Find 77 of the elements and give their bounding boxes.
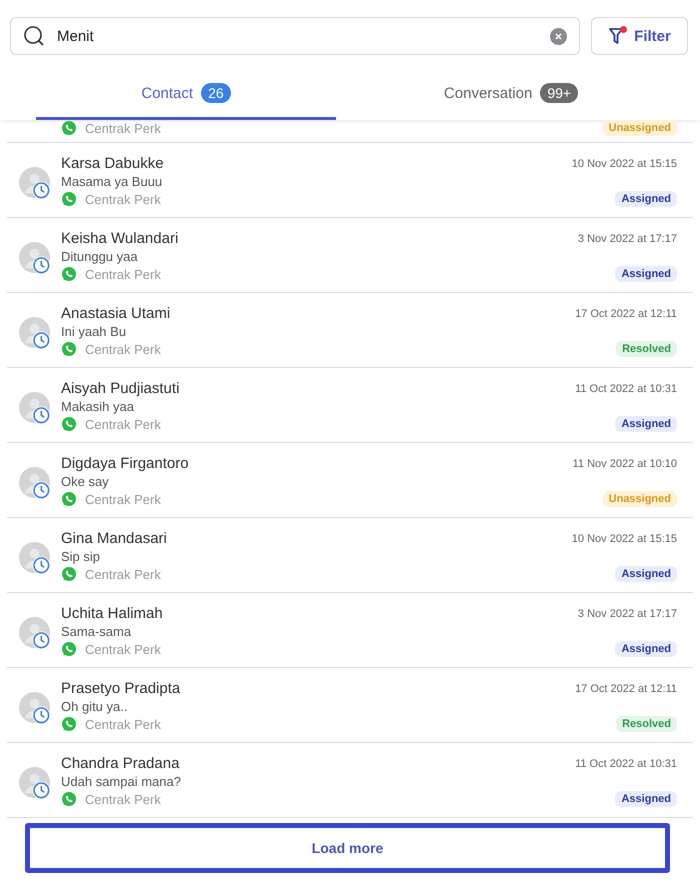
message-preview: Makasih yaa — [61, 399, 135, 414]
status-badge: Unassigned — [602, 120, 677, 136]
count-badge: 26 — [201, 83, 231, 103]
search-field[interactable]: Menit — [10, 17, 580, 55]
contact-name: Karsa Dabukke — [61, 155, 164, 172]
count-badge: 99+ — [540, 83, 578, 103]
whatsapp-icon — [61, 120, 77, 136]
channel-name: Centrak Perk — [85, 566, 161, 582]
notification-dot — [620, 26, 627, 33]
message-preview: Ini yaah Bu — [61, 324, 128, 339]
whatsapp-icon — [61, 416, 77, 432]
channel-name: Centrak Perk — [85, 342, 161, 356]
whatsapp-icon — [61, 191, 77, 207]
message-preview: Oke say — [61, 474, 110, 489]
whatsapp-icon — [61, 491, 77, 507]
avatar-icon — [19, 617, 52, 650]
whatsapp-icon — [61, 266, 77, 282]
avatar-icon — [19, 767, 52, 800]
contact-name: Keisha Wulandari — [61, 230, 178, 247]
status-badge: Resolved — [616, 341, 677, 357]
timestamp: 10 Nov 2022 at 15:15 — [572, 158, 677, 170]
channel-name: Centrak Perk — [85, 642, 161, 656]
avatar-icon — [19, 317, 52, 350]
timestamp: 11 Oct 2022 at 10:31 — [575, 758, 677, 770]
channel-name: Centrak Perk — [85, 192, 161, 206]
message-preview: Sip sip — [61, 549, 102, 564]
avatar-icon — [19, 392, 52, 425]
avatar-icon — [19, 692, 52, 725]
whatsapp-icon — [61, 566, 77, 582]
message-preview: Sama-sama — [61, 624, 132, 639]
load-more-button[interactable]: Load more — [25, 823, 670, 873]
whatsapp-icon — [61, 641, 77, 657]
search-icon — [23, 25, 45, 47]
contact-name: Anastasia Utami — [61, 305, 170, 322]
contact-name: Uchita Halimah — [61, 605, 163, 622]
message-preview: Masama ya Buuu — [61, 174, 164, 189]
channel-name: Centrak Perk — [85, 120, 161, 136]
timestamp: 3 Nov 2022 at 17:17 — [578, 232, 677, 244]
contact-name: Prasetyo Pradipta — [61, 680, 180, 697]
channel-name: Centrak Perk — [85, 266, 161, 282]
status-badge: Assigned — [615, 791, 677, 807]
channel-name: Centrak Perk — [85, 416, 161, 432]
whatsapp-icon — [61, 716, 77, 732]
status-badge: Assigned — [615, 266, 677, 282]
whatsapp-icon — [61, 791, 77, 807]
message-preview: Udah sampai mana? — [61, 774, 182, 789]
status-badge: Assigned — [615, 641, 677, 657]
timestamp: 3 Nov 2022 at 17:17 — [578, 608, 677, 620]
tab[interactable]: Contact 26 — [36, 75, 336, 120]
status-badge: Resolved — [616, 716, 677, 732]
contact-name: Aisyah Pudjiastuti — [61, 380, 180, 397]
filter-button[interactable]: Filter — [591, 17, 688, 55]
clear-icon[interactable] — [550, 28, 567, 44]
status-badge: Assigned — [615, 566, 677, 582]
message-preview: Oh gitu ya.. — [61, 699, 128, 714]
timestamp: 11 Nov 2022 at 10:10 — [572, 458, 677, 470]
tab[interactable]: Conversation 99+ — [336, 75, 686, 120]
channel-name: Centrak Perk — [85, 792, 161, 806]
avatar-icon — [19, 467, 52, 500]
message-preview: Ditunggu yaa — [61, 249, 139, 264]
timestamp: 11 Oct 2022 at 10:31 — [575, 382, 677, 394]
search-input[interactable]: Menit — [57, 28, 538, 44]
avatar-icon — [19, 542, 52, 575]
channel-name: Centrak Perk — [85, 716, 161, 732]
status-badge: Assigned — [615, 191, 677, 207]
avatar-icon — [19, 167, 52, 200]
timestamp: 17 Oct 2022 at 12:11 — [575, 682, 677, 694]
channel-name: Centrak Perk — [85, 492, 161, 506]
contact-name: Gina Mandasari — [61, 530, 167, 547]
avatar-icon — [19, 242, 52, 275]
contact-name: Digdaya Firgantoro — [61, 455, 189, 472]
timestamp: 17 Oct 2022 at 12:11 — [575, 308, 677, 320]
timestamp: 10 Nov 2022 at 15:15 — [572, 532, 677, 544]
status-badge: Unassigned — [602, 491, 677, 507]
whatsapp-icon — [61, 341, 77, 357]
contact-name: Chandra Pradana — [61, 755, 180, 772]
status-badge: Assigned — [615, 416, 677, 432]
